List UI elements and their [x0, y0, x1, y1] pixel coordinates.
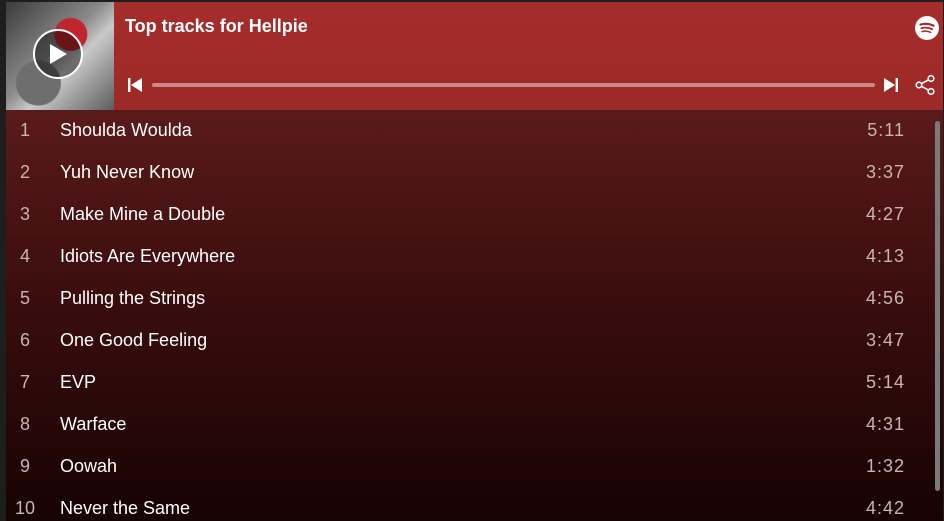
track-duration: 5:11: [867, 120, 905, 140]
play-icon: [50, 44, 67, 64]
track-name: Idiots Are Everywhere: [60, 246, 236, 266]
track-duration: 4:56: [865, 288, 905, 308]
scrollbar-thumb[interactable]: [935, 121, 940, 491]
track-duration: 3:37: [865, 162, 905, 182]
track-number: 7: [19, 372, 30, 392]
track-duration: 4:42: [865, 498, 905, 518]
track-number: 1: [19, 120, 30, 140]
player-header: Top tracks for Hellpie: [6, 2, 943, 110]
track-duration: 1:32: [865, 456, 905, 476]
album-cover[interactable]: [6, 2, 114, 110]
track-row[interactable]: 4 Idiots Are Everywhere 4:13: [6, 236, 931, 278]
track-duration: 3:47: [865, 330, 905, 350]
track-number: 9: [19, 456, 30, 476]
share-button[interactable]: [914, 74, 936, 96]
play-button[interactable]: [33, 29, 83, 79]
track-name: Oowah: [60, 456, 118, 476]
spotify-embed-widget: Top tracks for Hellpie 1 Shoulda Woulda …: [6, 2, 943, 521]
share-icon: [915, 74, 935, 96]
track-name: Make Mine a Double: [60, 204, 226, 224]
track-row[interactable]: 1 Shoulda Woulda 5:11: [6, 110, 931, 152]
track-row[interactable]: 2 Yuh Never Know 3:37: [6, 152, 931, 194]
track-number: 2: [19, 162, 30, 182]
track-row[interactable]: 6 One Good Feeling 3:47: [6, 320, 931, 362]
track-name: Never the Same: [60, 498, 191, 518]
track-row[interactable]: 5 Pulling the Strings 4:56: [6, 278, 931, 320]
track-duration: 4:31: [865, 414, 905, 434]
track-list: 1 Shoulda Woulda 5:11 2 Yuh Never Know 3…: [6, 110, 931, 521]
track-duration: 4:13: [865, 246, 905, 266]
spotify-icon: [915, 16, 939, 40]
spotify-logo-button[interactable]: [915, 16, 939, 40]
track-row[interactable]: 8 Warface 4:31: [6, 404, 931, 446]
track-row[interactable]: 3 Make Mine a Double 4:27: [6, 194, 931, 236]
skip-previous-icon: [128, 78, 142, 92]
track-duration: 5:14: [865, 372, 905, 392]
track-name: Shoulda Woulda: [60, 120, 192, 140]
playlist-title: Top tracks for Hellpie: [125, 16, 308, 36]
track-name: Pulling the Strings: [60, 288, 206, 308]
previous-track-button[interactable]: [127, 77, 143, 93]
track-name: EVP: [60, 372, 97, 392]
track-row[interactable]: 10 Never the Same 4:42: [6, 488, 931, 521]
track-number: 10: [14, 498, 36, 518]
progress-bar[interactable]: [152, 83, 875, 87]
track-row[interactable]: 9 Oowah 1:32: [6, 446, 931, 488]
track-number: 5: [19, 288, 30, 308]
track-name: Warface: [60, 414, 127, 434]
track-row[interactable]: 7 EVP 5:14: [6, 362, 931, 404]
track-name: One Good Feeling: [60, 330, 208, 350]
track-number: 8: [19, 414, 30, 434]
track-number: 3: [19, 204, 30, 224]
track-name: Yuh Never Know: [60, 162, 195, 182]
skip-next-icon: [884, 78, 898, 92]
next-track-button[interactable]: [883, 77, 899, 93]
track-number: 6: [19, 330, 30, 350]
track-duration: 4:27: [865, 204, 905, 224]
track-number: 4: [19, 246, 30, 266]
